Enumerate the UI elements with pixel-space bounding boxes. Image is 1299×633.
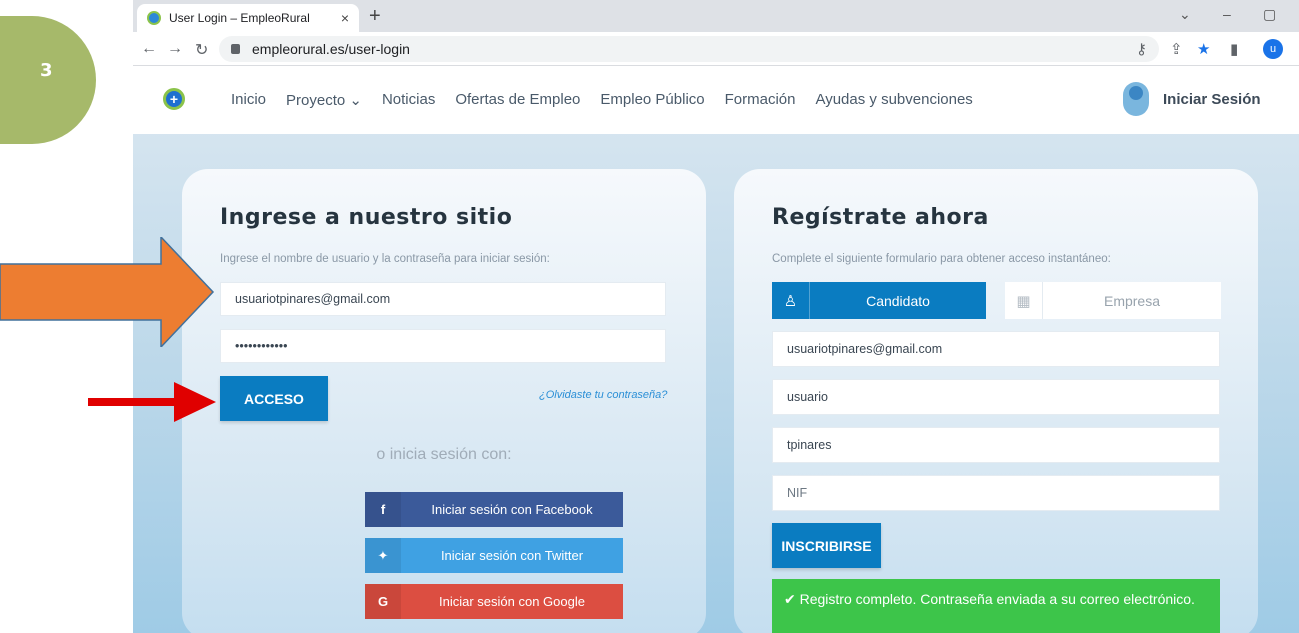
login-subtitle: Ingrese el nombre de usuario y la contra… bbox=[220, 253, 550, 265]
url-text: empleorural.es/user-login bbox=[252, 41, 410, 57]
twitter-login-label: Iniciar sesión con Twitter bbox=[440, 548, 584, 563]
red-pointer-arrow-icon bbox=[88, 382, 216, 422]
candidate-label: Candidato bbox=[866, 292, 930, 309]
registration-success-alert: ✔ Registro completo. Contraseña enviada … bbox=[772, 579, 1220, 633]
tab-strip: User Login – EmpleoRural × + ⌄ – ▢ bbox=[133, 0, 1299, 32]
minimize-icon[interactable]: – bbox=[1223, 6, 1231, 22]
login-title: Ingrese a nuestro sitio bbox=[220, 205, 513, 230]
social-login-heading: o inicia sesión con: bbox=[376, 446, 512, 463]
register-submit-button[interactable]: INSCRIBIRSE bbox=[772, 523, 881, 568]
register-nif-field[interactable]: NIF bbox=[772, 475, 1220, 511]
facebook-login-label: Iniciar sesión con Facebook bbox=[431, 502, 593, 517]
profile-avatar[interactable]: u bbox=[1263, 39, 1283, 59]
restore-icon[interactable]: ▢ bbox=[1263, 6, 1276, 23]
facebook-login-button[interactable]: f Iniciar sesión con Facebook bbox=[365, 492, 623, 527]
person-icon: ♙ bbox=[772, 282, 810, 319]
forgot-password-link[interactable]: ¿Olvidaste tu contraseña? bbox=[539, 389, 667, 401]
close-tab-icon[interactable]: × bbox=[341, 10, 349, 26]
register-first-name-field[interactable]: usuario bbox=[772, 379, 1220, 415]
forward-icon[interactable]: → bbox=[167, 40, 183, 58]
nav-item-inicio[interactable]: Inicio bbox=[231, 91, 266, 109]
nav-item-proyecto[interactable]: Proyecto ⌄ bbox=[286, 91, 362, 109]
nav-item-formacion[interactable]: Formación bbox=[725, 91, 796, 109]
login-link-label: Iniciar Sesión bbox=[1163, 90, 1261, 108]
company-toggle[interactable]: ▦ Empresa bbox=[1005, 282, 1221, 319]
reload-icon[interactable]: ↻ bbox=[195, 40, 208, 60]
google-login-button[interactable]: G Iniciar sesión con Google bbox=[365, 584, 623, 619]
register-last-name-field[interactable]: tpinares bbox=[772, 427, 1220, 463]
address-bar[interactable]: empleorural.es/user-login bbox=[219, 36, 1159, 62]
login-link[interactable]: Iniciar Sesión bbox=[1123, 82, 1261, 116]
nav-item-ayudas[interactable]: Ayudas y subvenciones bbox=[815, 91, 972, 109]
side-panel-icon[interactable]: ▮ bbox=[1230, 40, 1238, 58]
password-field[interactable]: •••••••••••• bbox=[220, 329, 666, 363]
register-email-field[interactable]: usuariotpinares@gmail.com bbox=[772, 331, 1220, 367]
tab-title: User Login – EmpleoRural bbox=[169, 11, 310, 25]
google-login-label: Iniciar sesión con Google bbox=[439, 594, 585, 609]
twitter-login-button[interactable]: ✦ Iniciar sesión con Twitter bbox=[365, 538, 623, 573]
building-icon: ▦ bbox=[1005, 282, 1043, 319]
nav-item-empleo-publico[interactable]: Empleo Público bbox=[600, 91, 704, 109]
username-field[interactable]: usuariotpinares@gmail.com bbox=[220, 282, 666, 316]
back-icon[interactable]: ← bbox=[141, 40, 157, 58]
google-icon: G bbox=[365, 584, 401, 619]
step-number: 3 bbox=[40, 60, 53, 81]
company-label: Empresa bbox=[1103, 292, 1161, 309]
nav-item-noticias[interactable]: Noticias bbox=[382, 91, 435, 109]
lock-icon bbox=[231, 44, 240, 54]
candidate-toggle[interactable]: ♙ Candidato bbox=[772, 282, 986, 319]
site-favicon-icon bbox=[147, 11, 161, 25]
site-page: + Inicio Proyecto ⌄ Noticias Ofertas de … bbox=[133, 66, 1299, 633]
register-subtitle: Complete el siguiente formulario para ob… bbox=[772, 253, 1111, 265]
key-icon[interactable]: ⚷ bbox=[1136, 40, 1147, 58]
register-title: Regístrate ahora bbox=[772, 205, 989, 230]
user-avatar-icon bbox=[1123, 82, 1149, 116]
twitter-icon: ✦ bbox=[365, 538, 401, 573]
facebook-icon: f bbox=[365, 492, 401, 527]
browser-window: User Login – EmpleoRural × + ⌄ – ▢ ← → ↻… bbox=[133, 0, 1299, 633]
login-panel: Ingrese a nuestro sitio Ingrese el nombr… bbox=[182, 169, 706, 633]
screenshot: 3 User Login – EmpleoRural × + ⌄ – ▢ ← →… bbox=[0, 0, 1299, 633]
browser-tab[interactable]: User Login – EmpleoRural × bbox=[137, 4, 359, 32]
tab-search-icon[interactable]: ⌄ bbox=[1179, 6, 1191, 23]
nav-item-ofertas[interactable]: Ofertas de Empleo bbox=[455, 91, 580, 109]
register-panel: Regístrate ahora Complete el siguiente f… bbox=[734, 169, 1258, 633]
bookmark-star-icon[interactable]: ★ bbox=[1197, 40, 1210, 58]
main-nav: Inicio Proyecto ⌄ Noticias Ofertas de Em… bbox=[231, 91, 993, 109]
new-tab-button[interactable]: + bbox=[369, 5, 381, 28]
login-submit-button[interactable]: ACCESO bbox=[220, 376, 328, 421]
browser-toolbar: ← → ↻ empleorural.es/user-login ⚷ ⇪ ★ ▮ … bbox=[133, 32, 1299, 66]
share-icon[interactable]: ⇪ bbox=[1170, 40, 1183, 58]
site-logo-icon[interactable]: + bbox=[163, 88, 185, 110]
orange-pointer-arrow-icon bbox=[0, 237, 215, 347]
site-header: + Inicio Proyecto ⌄ Noticias Ofertas de … bbox=[133, 66, 1299, 134]
